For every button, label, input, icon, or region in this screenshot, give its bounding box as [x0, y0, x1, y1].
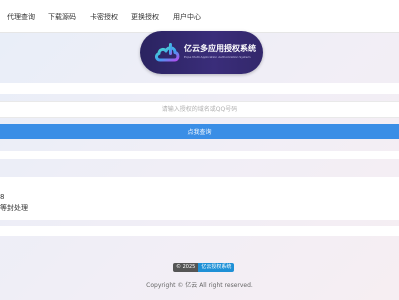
site-logo: 亿云多应用授权系统 Ecpe Multi Application Authori… — [140, 31, 263, 74]
divider-band — [0, 151, 399, 159]
logo-subtitle: Ecpe Multi Application Authorization Sys… — [184, 55, 251, 59]
result-text-line: 8 — [0, 193, 5, 201]
query-button[interactable]: 点我查询 — [0, 124, 399, 139]
nav-item-card-authorization[interactable]: 卡密授权 — [90, 12, 118, 22]
result-status-text: 等封处理 — [0, 204, 28, 212]
logo-title: 亿云多应用授权系统 — [184, 44, 256, 53]
badge-system-name: 亿云授权系统 — [198, 263, 235, 272]
divider-band — [0, 83, 399, 94]
nav-item-download-source[interactable]: 下载源码 — [48, 12, 76, 22]
top-navbar: 代理查询 下载源码 卡密授权 更换授权 用户中心 — [0, 0, 399, 33]
copyright-text: Copyright © 亿云 All right reserved. — [146, 282, 253, 289]
result-panel: 8 等封处理 — [0, 177, 399, 220]
nav-item-user-center[interactable]: 用户中心 — [173, 12, 201, 22]
nav-item-agent-query[interactable]: 代理查询 — [7, 12, 35, 22]
cloud-logo-icon — [155, 43, 180, 62]
search-input[interactable] — [0, 101, 399, 118]
divider-band — [0, 226, 399, 236]
footer-badge: © 2025 亿云授权系统 — [173, 263, 235, 272]
nav-item-change-authorization[interactable]: 更换授权 — [131, 12, 159, 22]
badge-year: © 2025 — [173, 263, 199, 272]
